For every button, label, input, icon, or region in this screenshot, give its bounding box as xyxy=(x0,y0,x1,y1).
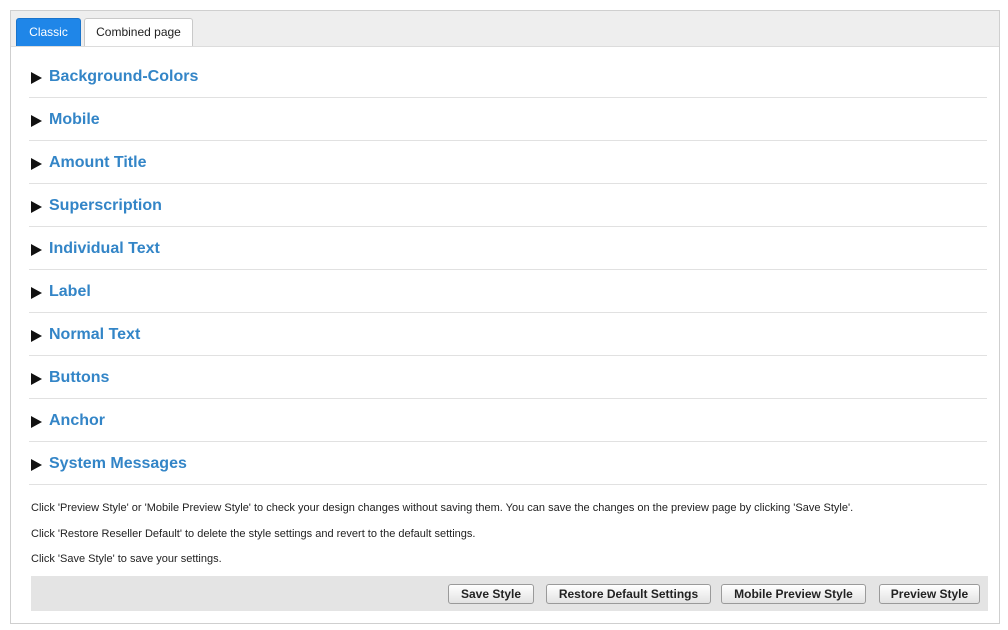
mobile-preview-style-button[interactable]: Mobile Preview Style xyxy=(721,584,866,604)
section-buttons[interactable]: Buttons xyxy=(29,356,987,399)
section-superscription[interactable]: Superscription xyxy=(29,184,987,227)
save-style-button[interactable]: Save Style xyxy=(448,584,534,604)
expand-arrow-icon xyxy=(31,287,42,299)
section-label: Normal Text xyxy=(49,326,141,343)
preview-style-button[interactable]: Preview Style xyxy=(879,584,980,604)
section-background-colors[interactable]: Background-Colors xyxy=(29,55,987,98)
expand-arrow-icon xyxy=(31,72,42,84)
section-label: Superscription xyxy=(49,197,162,214)
section-label: Mobile xyxy=(49,111,100,128)
save-hint-text: Click 'Save Style' to save your settings… xyxy=(31,553,222,565)
section-label-text: Label xyxy=(49,283,91,300)
section-label[interactable]: Label xyxy=(29,270,987,313)
expand-arrow-icon xyxy=(31,373,42,385)
expand-arrow-icon xyxy=(31,459,42,471)
expand-arrow-icon xyxy=(31,330,42,342)
tab-classic[interactable]: Classic xyxy=(16,18,81,46)
action-bar: Save Style Restore Default Settings Mobi… xyxy=(31,576,988,611)
preview-hint-text: Click 'Preview Style' or 'Mobile Preview… xyxy=(31,502,854,514)
section-label: Individual Text xyxy=(49,240,160,257)
section-label: Background-Colors xyxy=(49,68,199,85)
expand-arrow-icon xyxy=(31,158,42,170)
section-label: System Messages xyxy=(49,455,187,472)
expand-arrow-icon xyxy=(31,201,42,213)
section-amount-title[interactable]: Amount Title xyxy=(29,141,987,184)
section-list: Background-Colors Mobile Amount Title Su… xyxy=(29,55,987,485)
restore-hint-text: Click 'Restore Reseller Default' to dele… xyxy=(31,528,476,540)
restore-default-settings-button[interactable]: Restore Default Settings xyxy=(546,584,711,604)
section-individual-text[interactable]: Individual Text xyxy=(29,227,987,270)
expand-arrow-icon xyxy=(31,244,42,256)
section-normal-text[interactable]: Normal Text xyxy=(29,313,987,356)
section-label: Buttons xyxy=(49,369,110,386)
section-label: Anchor xyxy=(49,412,105,429)
tab-combined-page[interactable]: Combined page xyxy=(84,18,193,46)
section-mobile[interactable]: Mobile xyxy=(29,98,987,141)
section-label: Amount Title xyxy=(49,154,147,171)
section-anchor[interactable]: Anchor xyxy=(29,399,987,442)
section-system-messages[interactable]: System Messages xyxy=(29,442,987,485)
tab-bar: Classic Combined page xyxy=(11,11,999,47)
expand-arrow-icon xyxy=(31,416,42,428)
style-settings-panel: Classic Combined page Background-Colors … xyxy=(10,10,1000,624)
expand-arrow-icon xyxy=(31,115,42,127)
